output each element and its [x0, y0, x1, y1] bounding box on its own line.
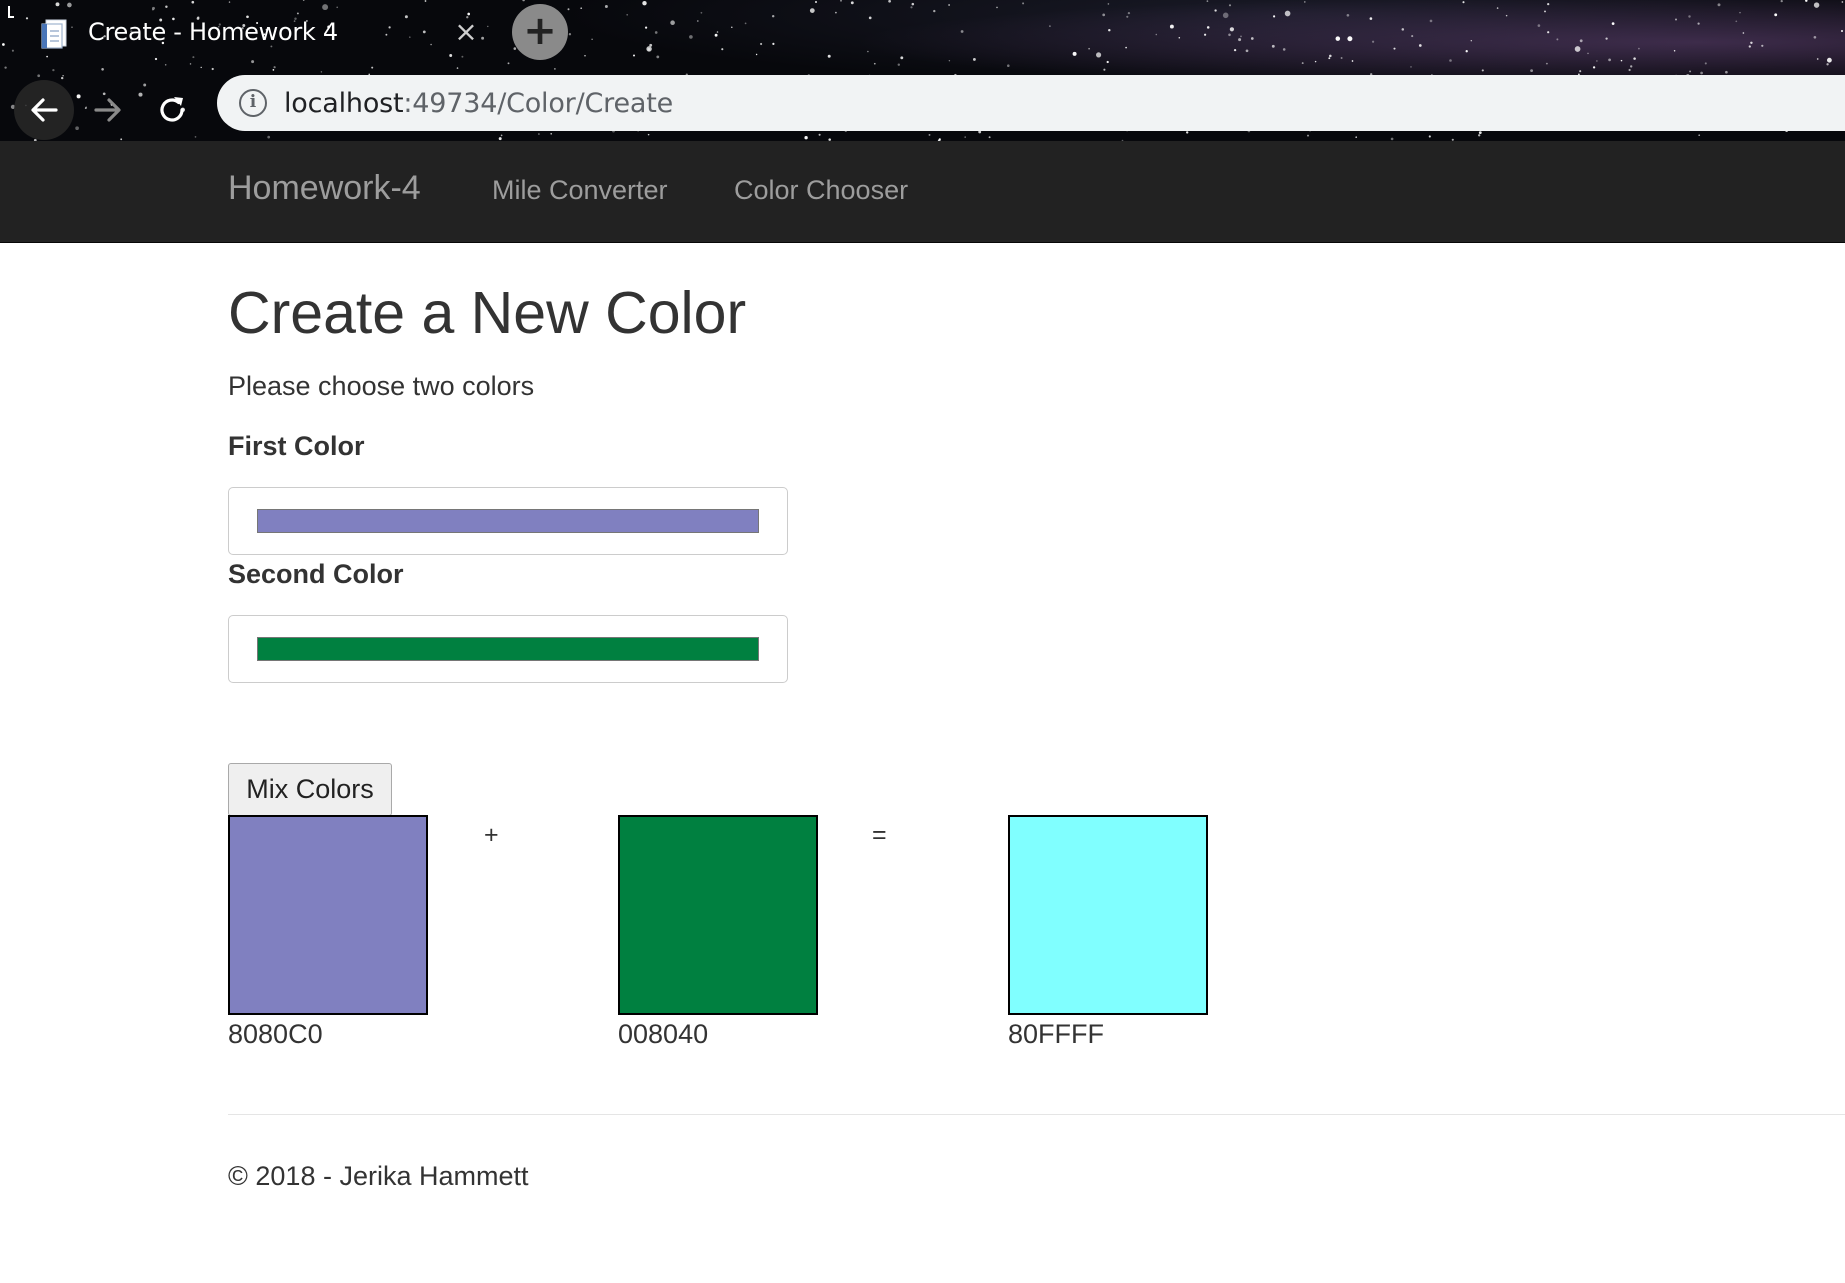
tab-title: Create - Homework 4: [88, 18, 338, 46]
result-color-box: [1008, 815, 1208, 1015]
browser-tab[interactable]: Create - Homework 4 ×: [0, 0, 500, 66]
back-button[interactable]: [14, 80, 74, 140]
first-color-swatch: [257, 509, 759, 533]
page-title: Create a New Color: [228, 280, 747, 346]
url-text[interactable]: localhost:49734/Color/Create: [284, 88, 673, 119]
page-subtitle: Please choose two colors: [228, 371, 535, 401]
equals-sign: =: [872, 821, 887, 849]
second-color-label: Second Color: [228, 559, 404, 589]
url-path: :49734/Color/Create: [403, 88, 673, 119]
reload-icon: [160, 97, 184, 122]
tab-close-icon[interactable]: ×: [452, 18, 480, 46]
second-color-input[interactable]: [228, 615, 788, 683]
footer-divider: [228, 1114, 1845, 1115]
first-color-hex: 8080C0: [228, 1019, 323, 1049]
first-color-box: [228, 815, 428, 1015]
url-host: localhost: [284, 88, 404, 119]
second-color-box: [618, 815, 818, 1015]
forward-button[interactable]: [78, 80, 138, 140]
nav-link-mile-converter[interactable]: Mile Converter: [492, 175, 668, 206]
forward-arrow-icon: [94, 98, 121, 122]
footer-copyright: © 2018 - Jerika Hammett: [228, 1161, 529, 1191]
second-color-swatch: [257, 637, 759, 661]
plus-sign: +: [484, 821, 499, 849]
first-color-label: First Color: [228, 431, 365, 461]
new-tab-button[interactable]: +: [512, 4, 568, 60]
app-navbar: Homework-4 Mile Converter Color Chooser: [0, 141, 1845, 243]
window-corner-icon: [8, 6, 14, 18]
reload-button[interactable]: [142, 80, 202, 140]
address-bar[interactable]: i localhost:49734/Color/Create: [217, 75, 1845, 131]
nav-link-color-chooser[interactable]: Color Chooser: [734, 175, 908, 206]
back-arrow-icon: [31, 98, 58, 122]
document-icon: [41, 19, 67, 49]
browser-chrome: Create - Homework 4 × + i localhost:4973…: [0, 0, 1845, 141]
info-icon[interactable]: i: [239, 89, 267, 117]
second-color-hex: 008040: [618, 1019, 709, 1049]
navbar-brand[interactable]: Homework-4: [228, 169, 421, 208]
mix-colors-button[interactable]: Mix Colors: [228, 763, 392, 816]
result-color-hex: 80FFFF: [1008, 1019, 1105, 1049]
first-color-input[interactable]: [228, 487, 788, 555]
